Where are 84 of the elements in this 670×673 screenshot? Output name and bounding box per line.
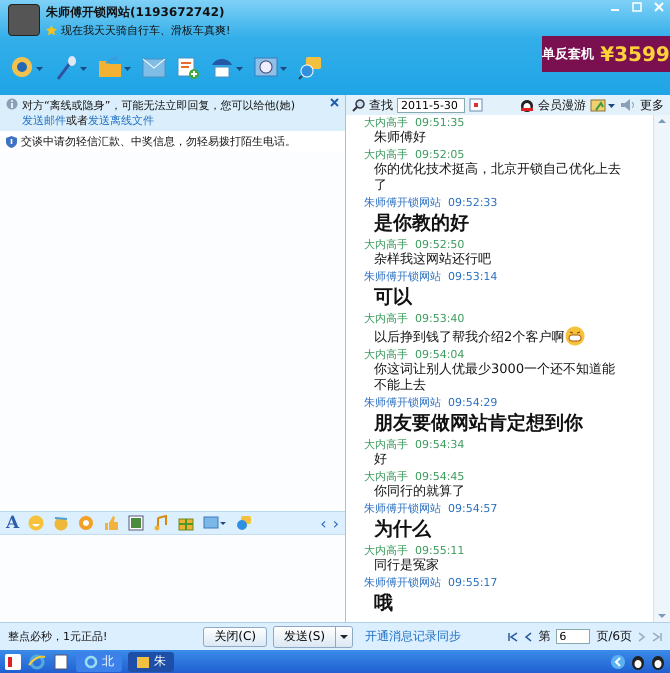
search-bubble-icon[interactable]: [236, 515, 252, 531]
message-header: 大内高手 09:55:11: [364, 543, 466, 558]
status-message: 现在我天天骑自行车、滑板车真爽!: [61, 23, 230, 38]
scroll-down-icon[interactable]: [657, 612, 667, 620]
task-label: 朱: [154, 653, 166, 670]
message-text: 你同行的就算了: [374, 484, 465, 500]
page-field[interactable]: 6: [556, 629, 590, 644]
close-button[interactable]: 关闭(C): [203, 626, 268, 646]
next-arrow[interactable]: ›: [332, 514, 339, 532]
message-header: 大内高手 09:52:50: [364, 237, 466, 252]
task-label: 北: [102, 653, 114, 670]
message-header: 朱师傅开锁网站 09:55:17: [364, 575, 498, 590]
last-page-icon[interactable]: [652, 632, 662, 642]
message-text: 可以: [374, 285, 412, 310]
add-document-icon[interactable]: [176, 56, 200, 80]
message-text: 以后挣到钱了帮我介绍2个客户啊: [374, 330, 564, 346]
message-input-field[interactable]: [0, 534, 345, 622]
search-label[interactable]: 查找: [369, 96, 393, 114]
message-text: 杂样我这网站还行吧: [374, 252, 491, 268]
app-icon[interactable]: [4, 652, 22, 670]
message-text: 哦: [374, 591, 393, 616]
message-text: 朋友要做网站肯定想到你: [374, 411, 583, 436]
message-text: 好: [374, 452, 387, 468]
send-button[interactable]: 发送(S): [274, 626, 336, 646]
message-header: 大内高手 09:54:34: [364, 437, 466, 452]
info-icon: [6, 98, 18, 110]
first-page-icon[interactable]: [508, 632, 518, 642]
security-warning: 交谈中请勿轻信汇款、中奖信息，勿轻易拨打陌生电话。: [21, 134, 296, 149]
maximize-icon[interactable]: [632, 2, 642, 12]
previous-arrow[interactable]: ‹: [320, 514, 327, 532]
message-header: 朱师傅开锁网站 09:52:33: [364, 195, 498, 210]
microphone-icon[interactable]: [54, 54, 88, 80]
scrollbar[interactable]: [653, 115, 670, 622]
calendar-icon[interactable]: [469, 98, 483, 112]
promo-text[interactable]: 整点必秒，1元正品!: [8, 629, 198, 644]
avatar[interactable]: [8, 4, 40, 36]
taskbar-button[interactable]: 北: [76, 652, 122, 672]
previous-page-icon[interactable]: [524, 632, 532, 642]
screenshot-icon[interactable]: [203, 515, 228, 531]
date-field[interactable]: 2011-5-30: [397, 98, 465, 112]
image-icon[interactable]: [128, 515, 144, 531]
folder-icon: [136, 654, 150, 668]
message-header: 朱师傅开锁网站 09:53:14: [364, 269, 498, 284]
message-text: 朱师傅好: [374, 130, 426, 146]
document-icon[interactable]: [52, 652, 70, 670]
star-icon: [46, 25, 57, 36]
mail-icon[interactable]: [142, 56, 166, 80]
ad-price: ¥3599: [600, 42, 670, 66]
thumbs-up-icon[interactable]: [103, 515, 120, 531]
shield-icon: [6, 136, 17, 148]
message-header: 大内高手 09:52:05: [364, 147, 466, 162]
message-header: 大内高手 09:54:04: [364, 347, 466, 362]
search-icon[interactable]: [352, 98, 365, 112]
sync-history-link[interactable]: 开通消息记录同步: [365, 628, 461, 645]
message-text: 是你教的好: [374, 211, 469, 236]
member-roaming-label[interactable]: 会员漫游: [538, 96, 586, 114]
more-label[interactable]: 更多: [640, 96, 664, 114]
speaker-icon[interactable]: [620, 98, 636, 112]
music-note-icon[interactable]: [153, 515, 170, 531]
send-button-group[interactable]: 发送(S): [273, 626, 353, 648]
message-header: 大内高手 09:54:45: [364, 469, 466, 484]
ad-label: 单反套机: [542, 46, 594, 63]
message-text: 你的优化技术挺高，北京开锁自己优化上去了: [374, 162, 622, 194]
font-button[interactable]: A: [6, 513, 20, 533]
message-header: 朱师傅开锁网站 09:54:57: [364, 501, 498, 516]
message-text: 同行是冤家: [374, 558, 439, 574]
message-text: 为什么: [374, 517, 431, 542]
send-offline-file-link[interactable]: 发送离线文件: [88, 114, 154, 127]
next-page-icon[interactable]: [638, 632, 646, 642]
scroll-up-icon[interactable]: [657, 117, 667, 125]
offline-notice: 对方“离线或隐身”，可能无法立即回复，您可以给他(她) 发送邮件或者发送离线文件: [22, 98, 296, 128]
message-header: 朱师傅开锁网站 09:54:29: [364, 395, 498, 410]
send-email-link[interactable]: 发送邮件: [22, 114, 66, 127]
message-text: 你这词让别人优最少3000一个还不知道能不能上去: [374, 362, 616, 394]
contact-name: 朱师傅开锁网站(1193672742): [46, 4, 226, 21]
page-prefix: 第: [538, 628, 550, 645]
close-icon[interactable]: [330, 98, 339, 107]
page-suffix: 页/6页: [596, 628, 632, 645]
advertisement-banner[interactable]: 单反套机 ¥3599: [542, 36, 670, 72]
search-bubble-icon[interactable]: [298, 56, 322, 80]
taskbar-button[interactable]: 朱: [128, 652, 174, 672]
message-header: 大内高手 09:53:40: [364, 311, 466, 326]
message-header: 大内高手 09:51:35: [364, 115, 466, 130]
export-icon[interactable]: [590, 98, 616, 112]
